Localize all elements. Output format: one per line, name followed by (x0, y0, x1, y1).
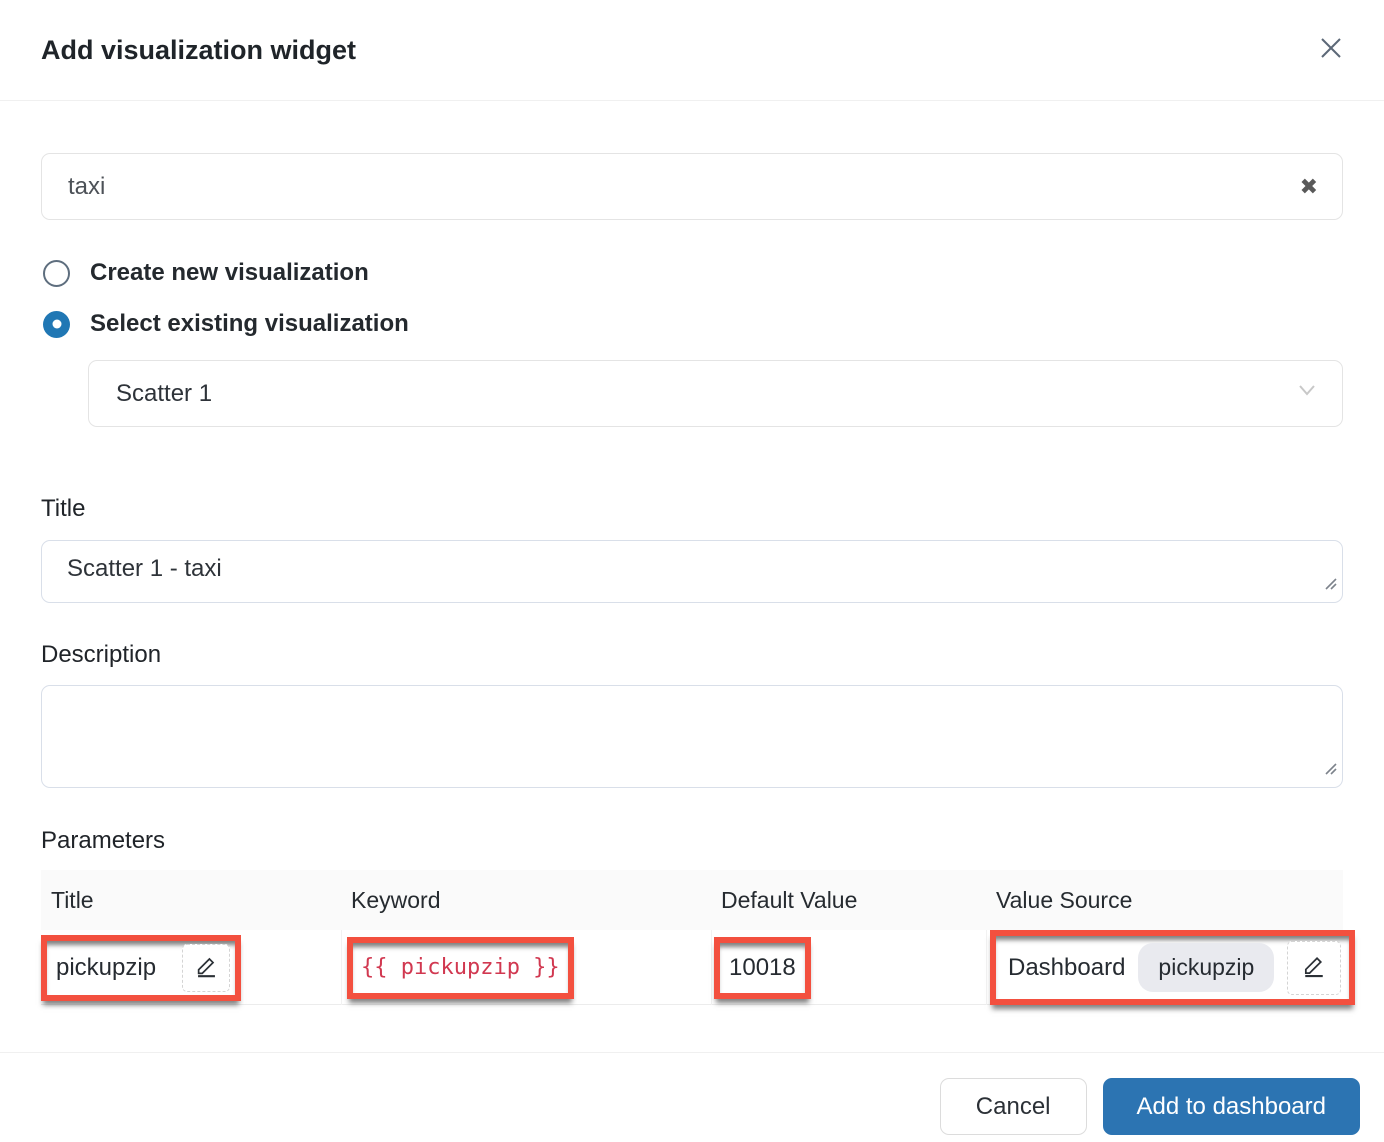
description-label: Description (41, 640, 1343, 670)
column-header-value-source: Value Source (986, 887, 1343, 914)
parameters-table-header: Title Keyword Default Value Value Source (41, 870, 1343, 930)
title-label: Title (41, 494, 1343, 524)
parameter-default-value-cell: 10018 (711, 930, 986, 1005)
edit-value-source-button[interactable] (1287, 941, 1341, 995)
parameter-default-value: 10018 (729, 954, 796, 982)
visualization-select[interactable]: Scatter 1 (88, 360, 1343, 427)
clear-search-icon[interactable]: ✖ (1300, 176, 1318, 198)
parameter-value-source: Dashboard (1008, 954, 1125, 982)
column-header-keyword: Keyword (341, 887, 711, 914)
add-to-dashboard-button[interactable]: Add to dashboard (1103, 1078, 1360, 1135)
search-field: ✖ (41, 153, 1343, 220)
pencil-edit-icon (1300, 951, 1328, 984)
parameters-label: Parameters (41, 826, 1343, 856)
parameter-row: pickupzip {{ pickupzip }} (41, 930, 1343, 1005)
modal-header: Add visualization widget (0, 0, 1384, 101)
edit-title-button[interactable] (182, 944, 230, 992)
close-button[interactable] (1314, 33, 1348, 67)
modal-footer: Cancel Add to dashboard (0, 1052, 1384, 1135)
annotation-box-keyword: {{ pickupzip }} (347, 937, 574, 999)
parameter-value-source-cell: Dashboard pickupzip (986, 930, 1355, 1005)
parameter-title-cell: pickupzip (41, 930, 341, 1005)
modal-title: Add visualization widget (41, 35, 356, 66)
annotation-box-default-value: 10018 (714, 937, 811, 999)
chevron-down-icon (1294, 377, 1320, 410)
radio-select-existing-visualization[interactable]: Select existing visualization (43, 309, 1343, 339)
column-header-title: Title (41, 887, 341, 914)
title-field-wrap: Scatter 1 - taxi (41, 540, 1343, 603)
visualization-choice-group: Create new visualization Select existing… (41, 258, 1343, 339)
parameter-title-value: pickupzip (56, 954, 156, 982)
visualization-select-value: Scatter 1 (116, 380, 212, 408)
pencil-edit-icon (193, 952, 220, 984)
search-input[interactable] (41, 153, 1343, 220)
close-icon (1316, 33, 1346, 68)
modal-body: ✖ Create new visualization Select existi… (0, 153, 1384, 1005)
description-input[interactable] (41, 685, 1343, 788)
description-field-wrap (41, 685, 1343, 788)
parameters-table: Title Keyword Default Value Value Source… (41, 870, 1343, 1005)
radio-selected-icon[interactable] (43, 311, 70, 338)
annotation-box-title: pickupzip (41, 935, 241, 1001)
value-source-tag: pickupzip (1138, 943, 1274, 992)
parameter-keyword-value: {{ pickupzip }} (361, 955, 560, 980)
title-input[interactable]: Scatter 1 - taxi (41, 540, 1343, 603)
radio-label: Create new visualization (90, 259, 369, 287)
radio-label: Select existing visualization (90, 310, 409, 338)
column-header-default-value: Default Value (711, 887, 986, 914)
radio-create-new-visualization[interactable]: Create new visualization (43, 258, 1343, 288)
cancel-button[interactable]: Cancel (940, 1078, 1087, 1135)
radio-unselected-icon[interactable] (43, 260, 70, 287)
parameter-keyword-cell: {{ pickupzip }} (341, 930, 711, 1005)
annotation-box-value-source: Dashboard pickupzip (990, 930, 1355, 1005)
